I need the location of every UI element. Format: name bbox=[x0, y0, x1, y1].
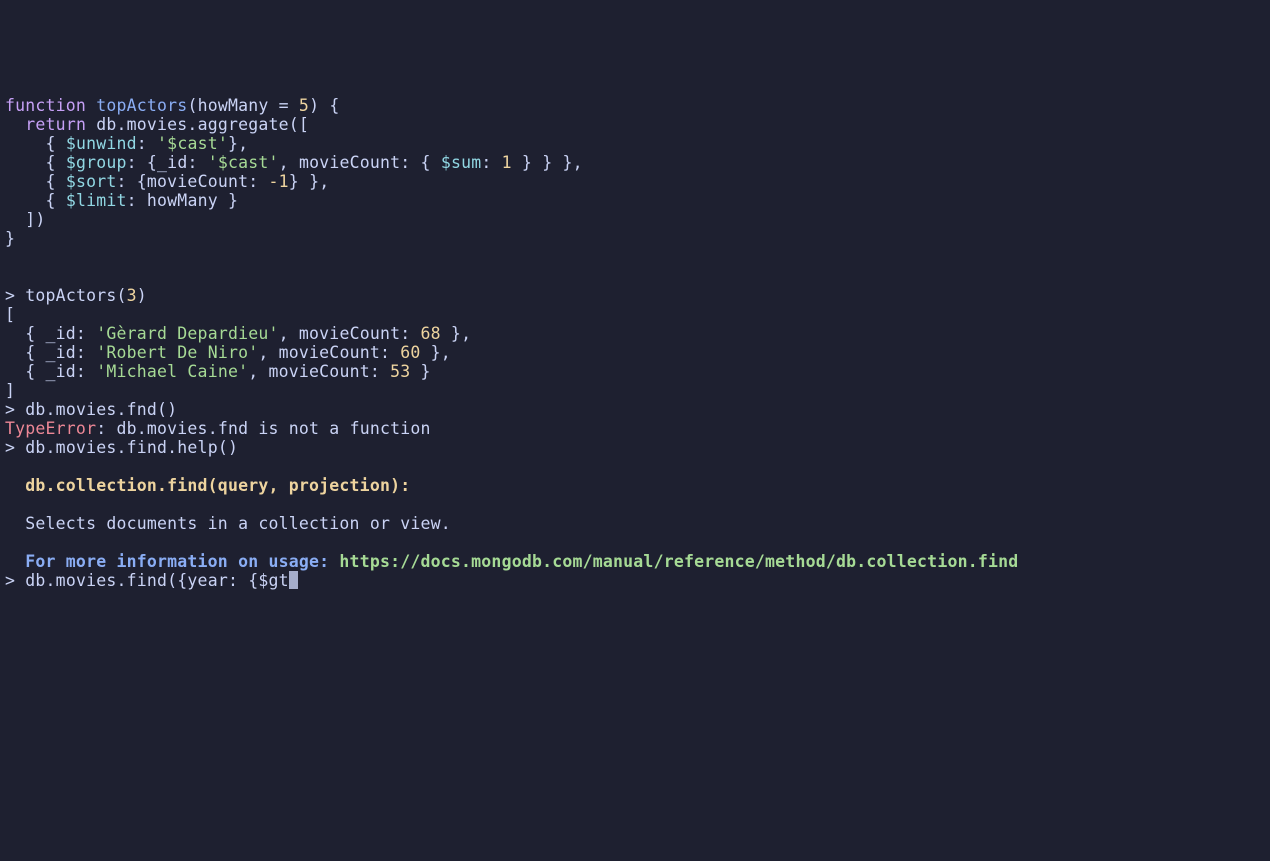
current-input-line[interactable]: > db.movies.find({year: {$gt bbox=[5, 571, 298, 590]
result-close-bracket: ] bbox=[5, 381, 15, 400]
movie-count-2: 60 bbox=[400, 343, 420, 362]
result-row-3: { _id: 'Michael Caine', movieCount: 53 } bbox=[5, 362, 431, 381]
param-name: howMany bbox=[198, 96, 269, 115]
fn-def-unwind: { $unwind: '$cast'}, bbox=[5, 134, 248, 153]
default-value: 5 bbox=[299, 96, 309, 115]
prompt-icon: > bbox=[5, 400, 25, 419]
fn-close-arr: ]) bbox=[5, 210, 46, 229]
bad-command-line: > db.movies.fnd() bbox=[5, 400, 177, 419]
fn-def-limit: { $limit: howMany } bbox=[5, 191, 238, 210]
fn-def-group: { $group: {_id: '$cast', movieCount: { $… bbox=[5, 153, 583, 172]
cursor-icon bbox=[289, 571, 298, 589]
movie-count-3: 53 bbox=[390, 362, 410, 381]
terminal[interactable]: function topActors(howMany = 5) { return… bbox=[5, 96, 1265, 590]
keyword-return: return bbox=[25, 115, 86, 134]
actor-name-3: 'Michael Caine' bbox=[96, 362, 248, 381]
result-row-1: { _id: 'Gèrard Depardieu', movieCount: 6… bbox=[5, 324, 471, 343]
fn-def-sort: { $sort: {movieCount: -1} }, bbox=[5, 172, 329, 191]
op-sort: $sort bbox=[66, 172, 117, 191]
fn-close-brace: } bbox=[5, 229, 15, 248]
op-group: $group bbox=[66, 153, 127, 172]
keyword-function: function bbox=[5, 96, 86, 115]
help-description: Selects documents in a collection or vie… bbox=[5, 514, 451, 533]
error-label: TypeError bbox=[5, 419, 96, 438]
prompt-icon: > bbox=[5, 571, 25, 590]
op-unwind: $unwind bbox=[66, 134, 137, 153]
help-url[interactable]: https://docs.mongodb.com/manual/referenc… bbox=[339, 552, 1018, 571]
op-sum: $sum bbox=[441, 153, 482, 172]
prompt-icon: > bbox=[5, 286, 25, 305]
actor-name-2: 'Robert De Niro' bbox=[96, 343, 258, 362]
help-call-line: > db.movies.find.help() bbox=[5, 438, 238, 457]
prompt-icon: > bbox=[5, 438, 25, 457]
function-name: topActors bbox=[96, 96, 187, 115]
typed-command[interactable]: db.movies.find({year: {$gt bbox=[25, 571, 288, 590]
error-message: : db.movies.fnd is not a function bbox=[96, 419, 430, 438]
error-line: TypeError: db.movies.fnd is not a functi… bbox=[5, 419, 431, 438]
help-more-info: For more information on usage: https://d… bbox=[5, 552, 1018, 571]
fn-def-line2: return db.movies.aggregate([ bbox=[5, 115, 309, 134]
fn-def-line1: function topActors(howMany = 5) { bbox=[5, 96, 339, 115]
result-row-2: { _id: 'Robert De Niro', movieCount: 60 … bbox=[5, 343, 451, 362]
result-open-bracket: [ bbox=[5, 305, 15, 324]
help-signature: db.collection.find(query, projection): bbox=[5, 476, 410, 495]
actor-name-1: 'Gèrard Depardieu' bbox=[96, 324, 278, 343]
movie-count-1: 68 bbox=[421, 324, 441, 343]
op-limit: $limit bbox=[66, 191, 127, 210]
call-line: > topActors(3) bbox=[5, 286, 147, 305]
